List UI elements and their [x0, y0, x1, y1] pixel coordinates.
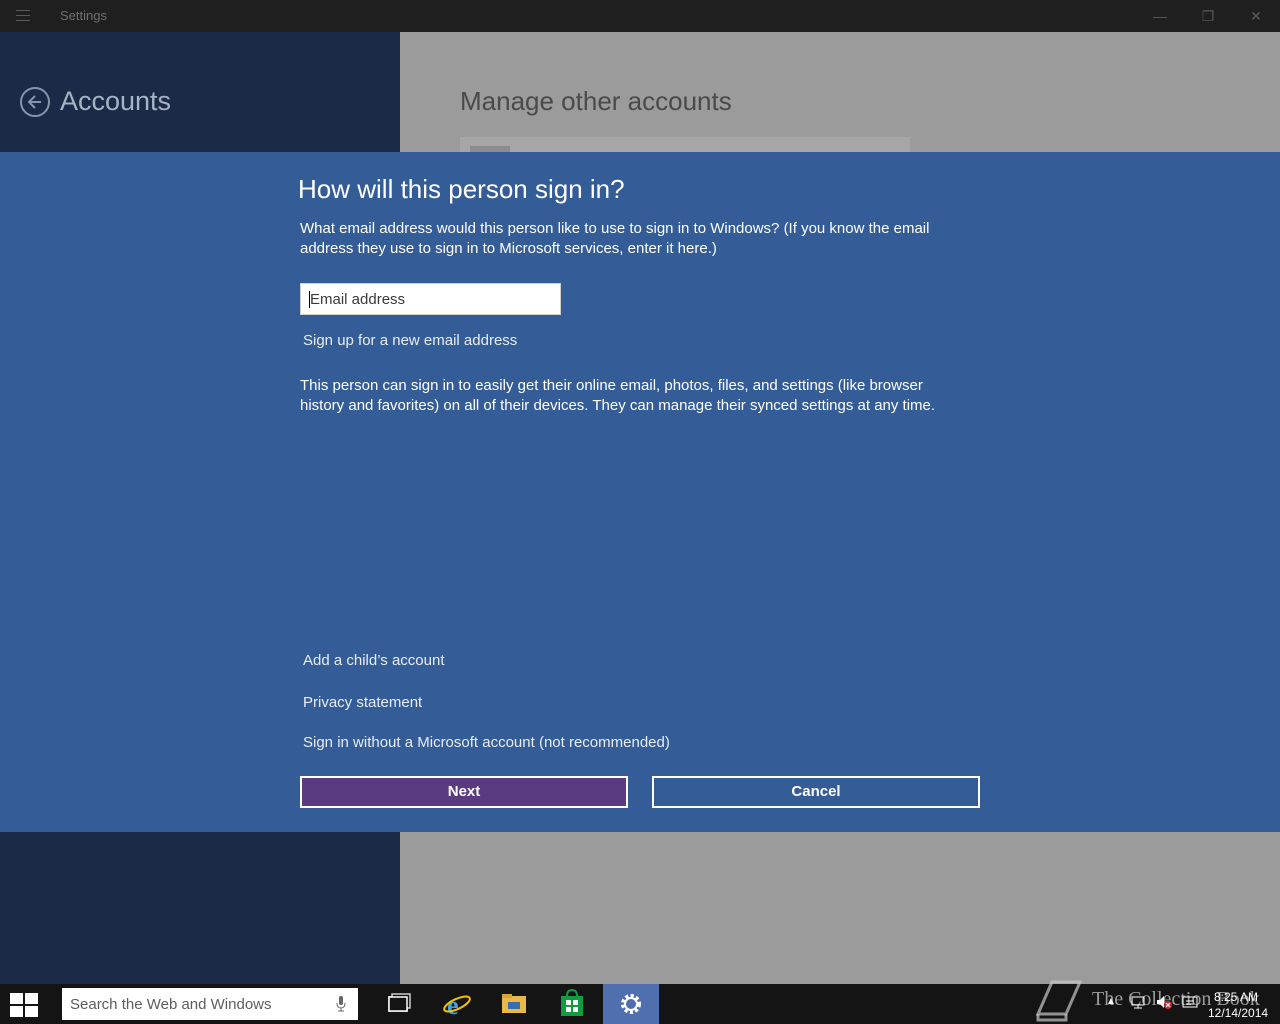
volume-muted-icon[interactable]	[1155, 994, 1173, 1015]
next-button[interactable]: Next	[300, 776, 628, 808]
watermark-book-icon	[1030, 974, 1086, 1024]
clock-time[interactable]: 8:25 AM	[1214, 990, 1258, 1004]
sign-in-dialog: How will this person sign in? What email…	[0, 152, 1280, 832]
taskbar-search-box[interactable]: Search the Web and Windows	[62, 988, 358, 1020]
app-title: Settings	[60, 8, 107, 23]
action-center-icon[interactable]	[1182, 996, 1198, 1015]
start-button[interactable]	[10, 993, 38, 1017]
section-title: Manage other accounts	[460, 86, 732, 116]
page-title: Accounts	[60, 86, 172, 116]
back-arrow-circle-icon[interactable]	[20, 87, 50, 117]
svg-text:e: e	[447, 991, 459, 1020]
email-field[interactable]	[300, 283, 561, 315]
sign-in-without-microsoft-account-link[interactable]: Sign in without a Microsoft account (not…	[303, 734, 670, 751]
clock-date[interactable]: 12/14/2014	[1208, 1006, 1268, 1020]
text-caret	[309, 291, 310, 308]
hamburger-menu-icon[interactable]	[16, 10, 30, 22]
dialog-info-text: This person can sign in to easily get th…	[300, 377, 936, 414]
privacy-statement-link[interactable]: Privacy statement	[303, 694, 422, 711]
internet-explorer-icon[interactable]: e	[433, 984, 481, 1024]
restore-button[interactable]: ❐	[1184, 0, 1232, 32]
close-button[interactable]: ✕	[1232, 0, 1280, 32]
title-bar: Settings — ❐ ✕	[0, 0, 1280, 32]
taskbar: Search the Web and Windows e The Collect…	[0, 980, 1280, 1024]
network-icon[interactable]	[1130, 994, 1146, 1015]
task-view-icon[interactable]	[375, 984, 423, 1024]
dialog-title: How will this person sign in?	[298, 174, 625, 204]
settings-icon[interactable]	[603, 984, 659, 1024]
add-child-account-link[interactable]: Add a child’s account	[303, 652, 444, 669]
cancel-button[interactable]: Cancel	[652, 776, 980, 808]
minimize-button[interactable]: —	[1136, 0, 1184, 32]
show-hidden-icons-icon[interactable]: ▲	[1106, 996, 1116, 1007]
taskbar-search-placeholder: Search the Web and Windows	[70, 996, 272, 1013]
account-list-item	[460, 137, 910, 152]
dialog-description: What email address would this person lik…	[300, 220, 930, 257]
file-explorer-icon[interactable]	[490, 984, 538, 1024]
store-icon[interactable]	[548, 984, 596, 1024]
microphone-icon[interactable]	[336, 996, 346, 1017]
signup-link[interactable]: Sign up for a new email address	[303, 332, 517, 349]
